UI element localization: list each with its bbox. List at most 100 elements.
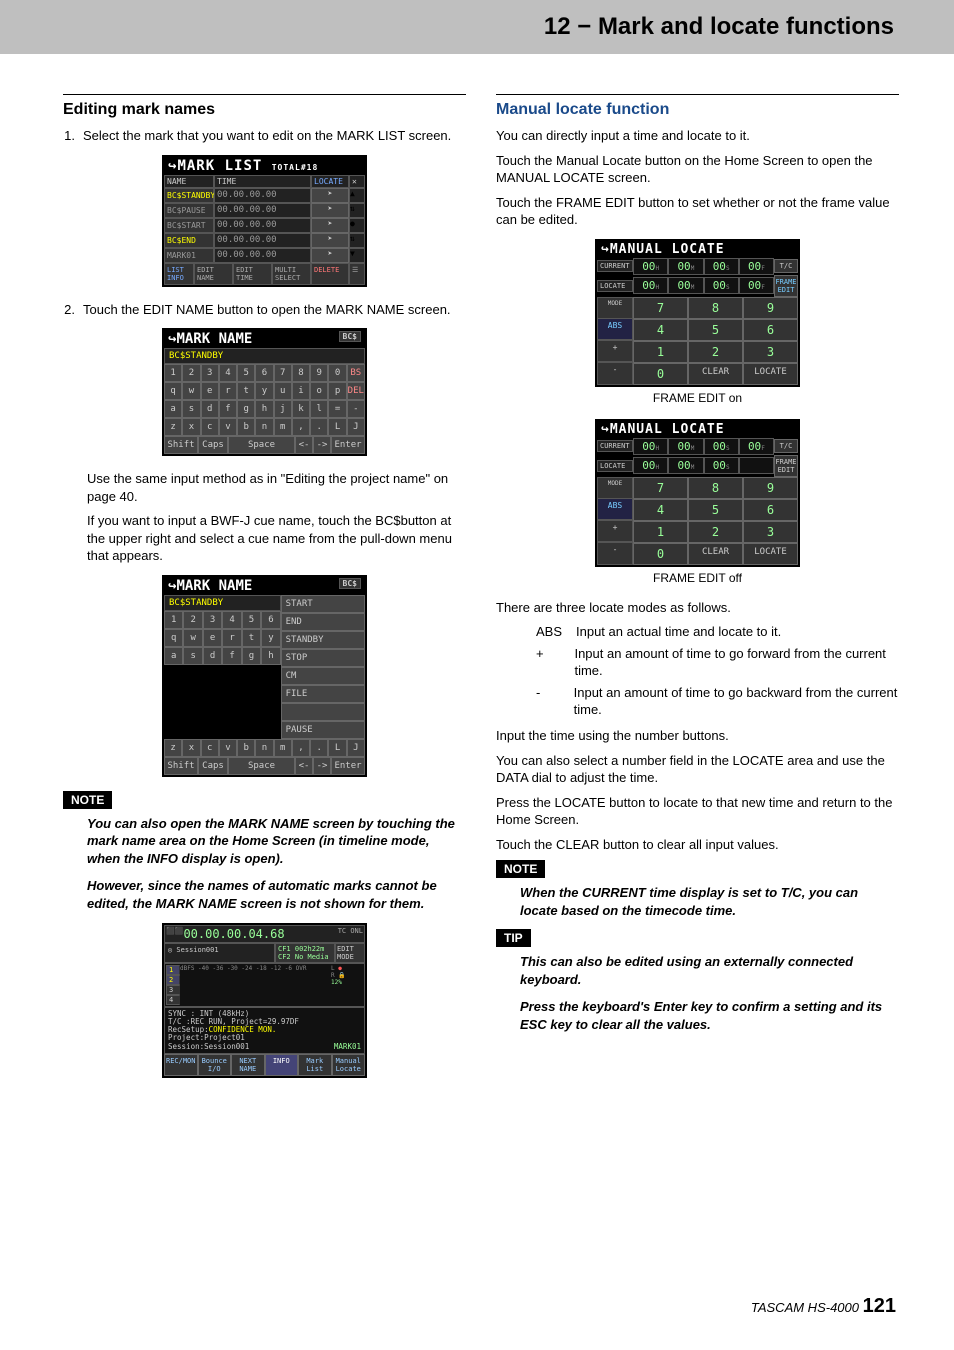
key-y: y bbox=[255, 382, 273, 400]
cue-item: PAUSE bbox=[281, 721, 365, 739]
keypad-2: 2 bbox=[688, 341, 743, 363]
key--: - bbox=[347, 400, 365, 418]
page-number: 121 bbox=[863, 1295, 896, 1317]
locate-arrow-icon: ➤ bbox=[311, 188, 349, 203]
chapter-header: 12 − Mark and locate functions bbox=[0, 0, 954, 54]
mark-list-screen: ↪MARK LIST TOTAL#18 NAME TIME LOCATE ✕ B… bbox=[162, 155, 367, 287]
key-z: z bbox=[164, 418, 182, 436]
key-r: r bbox=[219, 382, 237, 400]
key-h: h bbox=[255, 400, 273, 418]
key-v: v bbox=[219, 739, 237, 757]
home-session: ◎ Session001 bbox=[164, 943, 275, 963]
bcs-button: BC$ bbox=[339, 331, 361, 342]
locate-arrow-icon: ➤ bbox=[311, 218, 349, 233]
key-5: 5 bbox=[237, 364, 255, 382]
r-p1: You can directly input a time and locate… bbox=[496, 127, 899, 145]
keypad-8: 8 bbox=[688, 297, 743, 319]
mode-desc: Input an actual time and locate to it. bbox=[576, 623, 781, 641]
edit-time-button: EDIT TIME bbox=[233, 263, 272, 285]
edit-mode-button: EDIT MODE bbox=[335, 943, 365, 963]
cue-item: FILE bbox=[281, 685, 365, 703]
keypad-0: 0 bbox=[633, 543, 688, 565]
key-d: d bbox=[201, 400, 219, 418]
key-q: q bbox=[164, 382, 182, 400]
manual-locate-on-figure: ↪MANUAL LOCATECURRENT00H00M00S00FT/CLOCA… bbox=[496, 239, 899, 405]
note-text-r: When the CURRENT time display is set to … bbox=[520, 884, 899, 919]
key-v: v bbox=[219, 418, 237, 436]
key-1: 1 bbox=[164, 611, 183, 629]
key-j: j bbox=[274, 400, 292, 418]
keypad-0: 0 bbox=[633, 363, 688, 385]
note-label: NOTE bbox=[63, 791, 112, 809]
right-arrow-key: -> bbox=[313, 436, 331, 454]
keypad-3: 3 bbox=[743, 341, 798, 363]
key-g: g bbox=[242, 647, 261, 665]
r-p7: Press the LOCATE button to locate to tha… bbox=[496, 794, 899, 829]
key-w: w bbox=[182, 382, 200, 400]
caps-key: Caps bbox=[198, 436, 228, 454]
mark-row-time: 00.00.00.00 bbox=[214, 233, 311, 248]
delete-button: DELETE bbox=[311, 263, 349, 285]
hdr-name: NAME bbox=[164, 175, 214, 188]
cue-item: STANDBY bbox=[281, 631, 365, 649]
mode-key: + bbox=[536, 645, 562, 680]
key-s: s bbox=[183, 647, 202, 665]
key-e: e bbox=[201, 382, 219, 400]
key-.: . bbox=[310, 739, 328, 757]
mark-row-time: 00.00.00.00 bbox=[214, 203, 311, 218]
key-p: p bbox=[328, 382, 346, 400]
locate-arrow-icon: ➤ bbox=[311, 203, 349, 218]
mark-name-title: MARK NAME bbox=[176, 331, 252, 347]
key-.: . bbox=[310, 418, 328, 436]
page-footer: TASCAM HS-4000 121 bbox=[751, 1295, 896, 1318]
menu-icon: ☰ bbox=[349, 263, 365, 285]
keypad-2: 2 bbox=[688, 521, 743, 543]
shift-key: Shift bbox=[164, 436, 198, 454]
mode-key: ABS bbox=[536, 623, 564, 641]
keypad-4: 4 bbox=[633, 319, 688, 341]
list-info-button: LIST INFO bbox=[164, 263, 194, 285]
locate-arrow-icon: ➤ bbox=[311, 233, 349, 248]
key-f: f bbox=[222, 647, 241, 665]
p-bwf: If you want to input a BWF-J cue name, t… bbox=[87, 512, 466, 565]
key-o: o bbox=[310, 382, 328, 400]
mark-row-name: BC$STANDBY bbox=[164, 188, 214, 203]
mark-row-time: 00.00.00.00 bbox=[214, 218, 311, 233]
db-scale: dBFS -40 -36 -30 -24 -18 -12 -6 OVR bbox=[180, 965, 331, 1005]
note-text-1: You can also open the MARK NAME screen b… bbox=[87, 815, 466, 868]
edit-name-button: EDIT NAME bbox=[194, 263, 233, 285]
r-p5: Input the time using the number buttons. bbox=[496, 727, 899, 745]
keypad-3: 3 bbox=[743, 521, 798, 543]
key-BS: BS bbox=[347, 364, 365, 382]
r-p6: You can also select a number field in th… bbox=[496, 752, 899, 787]
key-6: 6 bbox=[261, 611, 280, 629]
space-key: Space bbox=[228, 436, 295, 454]
key-r: r bbox=[222, 629, 241, 647]
key-g: g bbox=[237, 400, 255, 418]
keypad-LOCATE: LOCATE bbox=[743, 543, 798, 565]
cue-item: CM bbox=[281, 667, 365, 685]
key-d: d bbox=[203, 647, 222, 665]
keypad-LOCATE: LOCATE bbox=[743, 363, 798, 385]
key-f: f bbox=[219, 400, 237, 418]
enter-key: Enter bbox=[331, 436, 365, 454]
mark-name-figure: ↪MARK NAMEBC$ BC$STANDBY 1234567890BSqwe… bbox=[63, 328, 466, 456]
mode-desc: Input an amount of time to go backward f… bbox=[574, 684, 899, 719]
keypad-6: 6 bbox=[743, 319, 798, 341]
mark-name-cue-figure: ↪MARK NAMEBC$ BC$STANDBY 123456qwertyasd… bbox=[63, 575, 466, 777]
keypad-1: 1 bbox=[633, 521, 688, 543]
r-p2: Touch the Manual Locate button on the Ho… bbox=[496, 152, 899, 187]
keypad-5: 5 bbox=[688, 319, 743, 341]
mark-row-name: BC$PAUSE bbox=[164, 203, 214, 218]
mark-row-name: MARK01 bbox=[164, 248, 214, 263]
key-k: k bbox=[292, 400, 310, 418]
key-x: x bbox=[182, 739, 200, 757]
key-4: 4 bbox=[222, 611, 241, 629]
keypad-9: 9 bbox=[743, 477, 798, 499]
left-arrow-key: <- bbox=[295, 436, 313, 454]
manual-locate-off-figure: ↪MANUAL LOCATECURRENT00H00M00S00FT/CLOCA… bbox=[496, 419, 899, 585]
mark-row-time: 00.00.00.00 bbox=[214, 248, 311, 263]
steps-list: 1. Select the mark that you want to edit… bbox=[63, 127, 466, 145]
key-1: 1 bbox=[164, 364, 182, 382]
key-,: , bbox=[292, 418, 310, 436]
